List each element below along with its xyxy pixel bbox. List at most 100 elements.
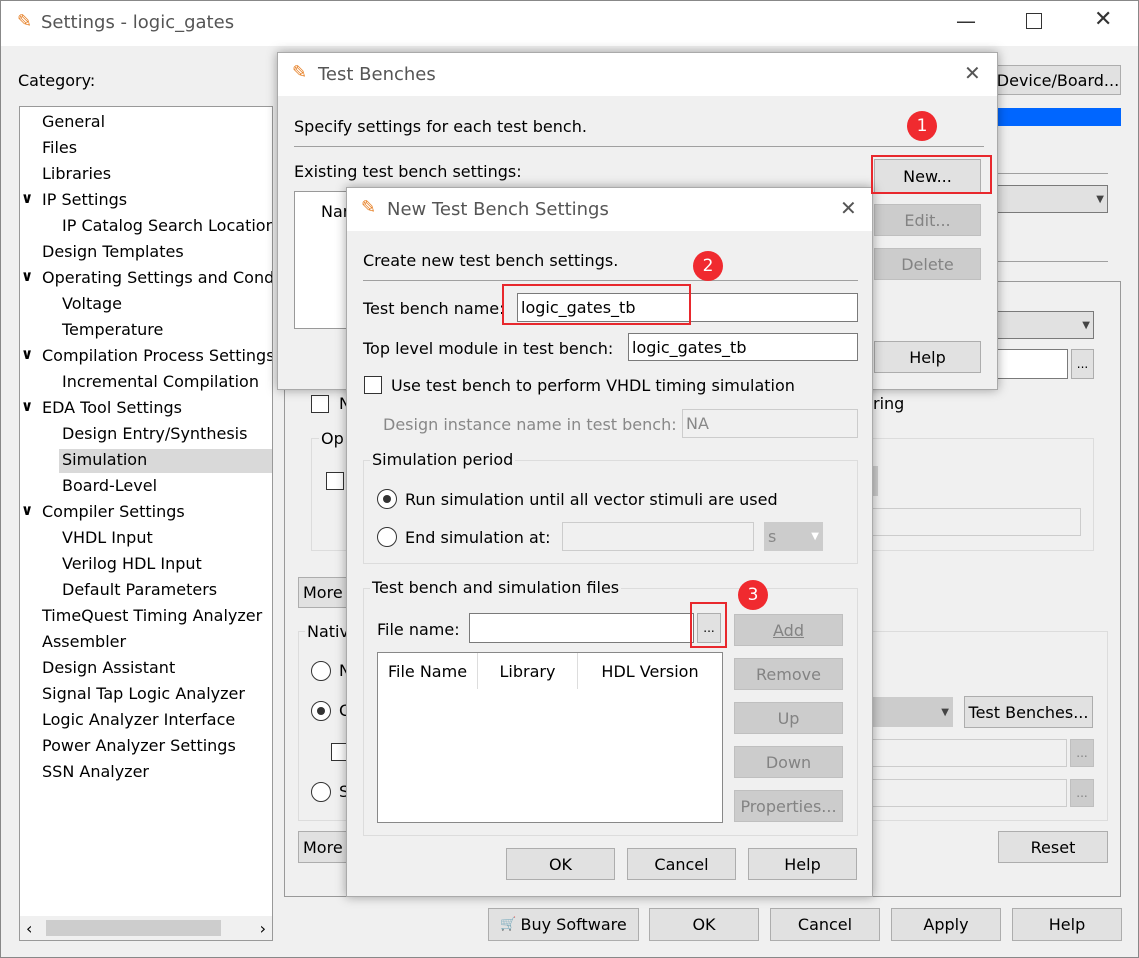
apply-button[interactable]: Apply	[891, 908, 1001, 941]
tree-item-label: Files	[42, 138, 78, 157]
maximize-icon[interactable]	[1026, 13, 1042, 29]
add-button[interactable]: Add	[734, 614, 843, 646]
dropdown-2[interactable]: ▼	[996, 311, 1094, 339]
chevron-down-icon[interactable]: ∨	[21, 501, 33, 519]
tree-item[interactable]: Logic Analyzer Interface	[39, 709, 238, 733]
remove-button[interactable]: Remove	[734, 658, 843, 690]
ok-button[interactable]: OK	[506, 848, 615, 880]
tree-item-label: Verilog HDL Input	[62, 554, 202, 573]
end-time-input[interactable]	[562, 522, 754, 551]
chevron-down-icon[interactable]: ∨	[21, 189, 33, 207]
help-button[interactable]: Help	[1012, 908, 1122, 941]
tool-dropdown[interactable]: ▼	[871, 697, 953, 727]
properties-button[interactable]: Properties...	[734, 790, 843, 822]
chevron-down-icon[interactable]: ∨	[21, 397, 33, 415]
tree-item[interactable]: Board-Level	[59, 475, 160, 499]
cancel-button[interactable]: Cancel	[770, 908, 880, 941]
tree-item[interactable]: Design Assistant	[39, 657, 178, 681]
vhdl-timing-label: Use test bench to perform VHDL timing si…	[391, 376, 795, 395]
reset-button[interactable]: Reset	[998, 831, 1108, 863]
end-at-radio[interactable]	[377, 527, 397, 547]
tree-item[interactable]: TimeQuest Timing Analyzer	[39, 605, 265, 629]
test-benches-button[interactable]: Test Benches...	[964, 696, 1093, 728]
tree-item[interactable]: Simulation	[59, 449, 272, 473]
tree-item-label: TimeQuest Timing Analyzer	[42, 606, 263, 625]
tree-item-label: Power Analyzer Settings	[42, 736, 236, 755]
category-tree[interactable]: General Files Libraries ∨ IP Settings IP Cata…	[19, 106, 273, 941]
tree-item[interactable]: Files	[39, 137, 80, 161]
minimize-icon[interactable]: —	[956, 9, 976, 33]
tree-item[interactable]: Verilog HDL Input	[59, 553, 205, 577]
more-button[interactable]: More	[298, 577, 348, 608]
tree-item[interactable]: Temperature	[59, 319, 166, 343]
file-name-input[interactable]	[469, 613, 694, 643]
delete-button[interactable]: Delete	[874, 248, 981, 280]
more-button[interactable]: More	[298, 831, 348, 863]
tree-item[interactable]: Incremental Compilation	[59, 371, 262, 395]
tree-item[interactable]: ∨ Compiler Settings	[21, 501, 188, 525]
intro-text: Create new test bench settings.	[363, 251, 619, 270]
tree-item[interactable]: Default Parameters	[59, 579, 220, 603]
tree-item[interactable]: SSN Analyzer	[39, 761, 152, 785]
edit-button[interactable]: Edit...	[874, 204, 981, 236]
tree-item[interactable]: VHDL Input	[59, 527, 156, 551]
tree-item[interactable]: Libraries	[39, 163, 114, 187]
help-button[interactable]: Help	[748, 848, 857, 880]
tree-item[interactable]: ∨ Operating Settings and Conditions	[21, 267, 272, 291]
chevron-down-icon[interactable]: ∨	[21, 345, 33, 363]
browse-button[interactable]: ...	[1071, 349, 1094, 379]
tree-item[interactable]: ∨ EDA Tool Settings	[21, 397, 185, 421]
horizontal-scrollbar[interactable]: ‹ ›	[20, 916, 272, 940]
vhdl-timing-checkbox[interactable]	[364, 376, 382, 394]
tree-item-label: Simulation	[62, 450, 148, 469]
close-icon[interactable]: ✕	[964, 61, 981, 85]
top-module-input[interactable]: logic_gates_tb	[628, 333, 858, 361]
tree-item-label: IP Catalog Search Location	[62, 216, 273, 235]
tree-item[interactable]: ∨ IP Settings	[21, 189, 130, 213]
instance-input[interactable]: NA	[682, 409, 858, 438]
tree-item[interactable]: IP Catalog Search Location	[59, 215, 273, 239]
tree-item[interactable]: Design Entry/Synthesis	[59, 423, 250, 447]
tree-item[interactable]: Voltage	[59, 293, 125, 317]
scroll-left-icon[interactable]: ‹	[26, 919, 32, 938]
tree-item[interactable]: Design Templates	[39, 241, 187, 265]
tree-item[interactable]: Signal Tap Logic Analyzer	[39, 683, 248, 707]
column-header[interactable]: File Name	[378, 653, 478, 689]
radio-c[interactable]	[311, 701, 331, 721]
tree-item[interactable]: ∨ Compilation Process Settings	[21, 345, 272, 369]
scroll-right-icon[interactable]: ›	[260, 919, 266, 938]
radio-s[interactable]	[311, 782, 331, 802]
browse-button[interactable]: ...	[1070, 779, 1094, 807]
test-bench-list[interactable]: Nar	[294, 191, 354, 329]
down-button[interactable]: Down	[734, 746, 843, 778]
scrollbar-thumb[interactable]	[46, 920, 221, 936]
text-field[interactable]	[871, 739, 1067, 767]
tree-item[interactable]: Assembler	[39, 631, 129, 655]
browse-button[interactable]: ...	[1070, 739, 1094, 767]
close-icon[interactable]: ✕	[840, 196, 857, 220]
text-field[interactable]	[871, 779, 1067, 807]
checkbox-n[interactable]	[311, 395, 329, 413]
help-button[interactable]: Help	[874, 341, 981, 373]
cancel-button[interactable]: Cancel	[627, 848, 736, 880]
unit-value: s	[768, 527, 777, 546]
device-board-button[interactable]: Device/Board...	[995, 65, 1121, 95]
buy-software-button[interactable]: 🛒 Buy Software	[488, 908, 639, 941]
text-field[interactable]	[871, 508, 1081, 536]
up-button[interactable]: Up	[734, 702, 843, 734]
checkbox[interactable]	[326, 472, 344, 490]
ok-button[interactable]: OK	[649, 908, 759, 941]
text-field[interactable]	[996, 349, 1068, 379]
close-icon[interactable]: ✕	[1094, 7, 1112, 32]
time-unit-select[interactable]: s ▼	[764, 522, 823, 551]
column-header[interactable]: HDL Version	[578, 653, 722, 689]
run-all-radio[interactable]	[377, 489, 397, 509]
column-header[interactable]: Library	[478, 653, 578, 689]
instance-label: Design instance name in test bench:	[383, 415, 677, 434]
tree-item[interactable]: General	[39, 111, 108, 135]
tree-item[interactable]: Power Analyzer Settings	[39, 735, 239, 759]
dropdown-1[interactable]: ▼	[996, 185, 1108, 213]
file-table[interactable]: File Name Library HDL Version	[377, 652, 723, 823]
radio-n[interactable]	[311, 661, 331, 681]
chevron-down-icon[interactable]: ∨	[21, 267, 33, 285]
